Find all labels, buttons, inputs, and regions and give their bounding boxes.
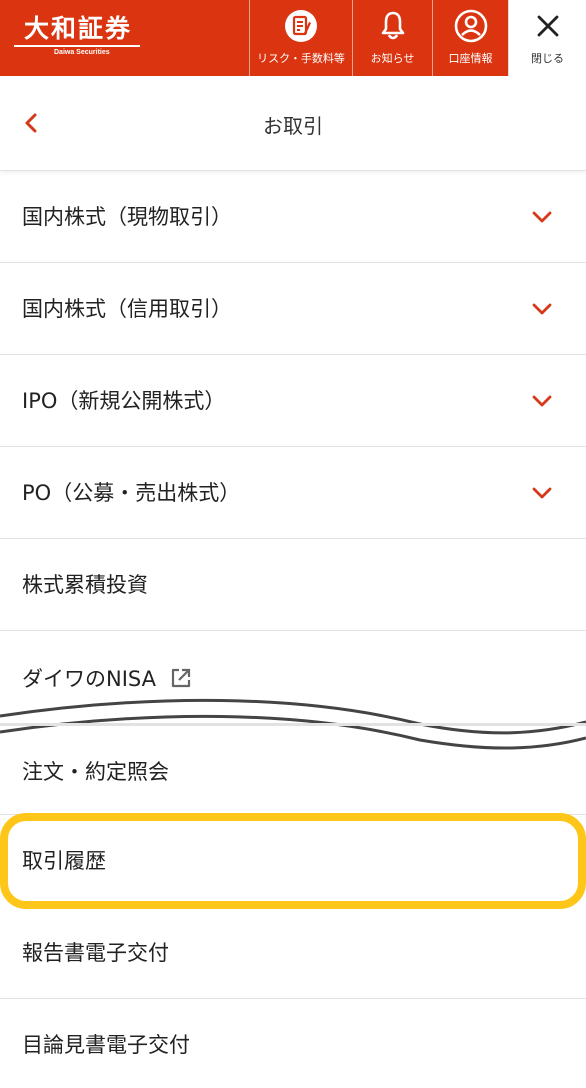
chevron-down-icon <box>530 389 554 413</box>
menu-item-label: 取引履歴 <box>22 849 106 873</box>
menu-item-domestic-stock-margin[interactable]: 国内株式（信用取引） <box>0 263 586 355</box>
page-titlebar: お取引 <box>0 76 586 171</box>
daiwa-logo[interactable]: 大和証券 Daiwa Securities <box>14 14 144 64</box>
close-label: 閉じる <box>531 52 564 65</box>
chevron-down-icon <box>530 297 554 321</box>
logo-subtext: Daiwa Securities <box>54 49 110 56</box>
user-circle-icon <box>454 9 488 43</box>
menu-item-label: 目論見書電子交付 <box>22 1033 190 1057</box>
bell-icon <box>376 9 410 43</box>
menu-item-prospectus-e-delivery[interactable]: 目論見書電子交付 <box>0 999 586 1088</box>
risk-fees-button[interactable]: リスク・手数料等 <box>249 0 352 76</box>
menu-item-label: 株式累積投資 <box>22 573 148 597</box>
chevron-down-icon <box>530 481 554 505</box>
close-icon <box>531 9 565 43</box>
account-info-label: 口座情報 <box>448 52 493 65</box>
close-button[interactable]: 閉じる <box>508 0 586 76</box>
menu-item-stock-accumulation[interactable]: 株式累積投資 <box>0 539 586 631</box>
menu-item-domestic-stock-cash[interactable]: 国内株式（現物取引） <box>0 171 586 263</box>
menu-item-trade-history[interactable]: 取引履歴 <box>8 821 578 901</box>
logo-underline <box>14 45 140 47</box>
menu-item-label: IPO（新規公開株式） <box>22 389 226 413</box>
menu-item-daiwa-nisa[interactable]: ダイワのNISA <box>0 631 586 723</box>
menu-item-label: 国内株式（現物取引） <box>22 205 232 229</box>
app-header: 大和証券 Daiwa Securities リスク・手数料等 お知らせ 口座情報… <box>0 0 586 76</box>
menu-item-label: 報告書電子交付 <box>22 941 169 965</box>
menu-item-label: PO（公募・売出株式） <box>22 481 241 505</box>
logo-text: 大和証券 <box>24 14 133 43</box>
menu-item-order-inquiry[interactable]: 注文・約定照会 <box>0 723 586 815</box>
menu-item-report-e-delivery[interactable]: 報告書電子交付 <box>0 907 586 999</box>
document-icon <box>284 9 318 43</box>
notice-button[interactable]: お知らせ <box>352 0 432 76</box>
notice-label: お知らせ <box>370 52 415 65</box>
account-info-button[interactable]: 口座情報 <box>432 0 508 76</box>
risk-fees-label: リスク・手数料等 <box>257 52 345 65</box>
menu-item-ipo[interactable]: IPO（新規公開株式） <box>0 355 586 447</box>
external-link-icon <box>170 667 192 689</box>
chevron-down-icon <box>530 205 554 229</box>
menu-item-label: 注文・約定照会 <box>22 760 169 784</box>
menu-item-po[interactable]: PO（公募・売出株式） <box>0 447 586 539</box>
page-title: お取引 <box>263 114 323 138</box>
menu-item-label: ダイワのNISA <box>22 667 156 691</box>
menu-item-label: 国内株式（信用取引） <box>22 297 232 321</box>
